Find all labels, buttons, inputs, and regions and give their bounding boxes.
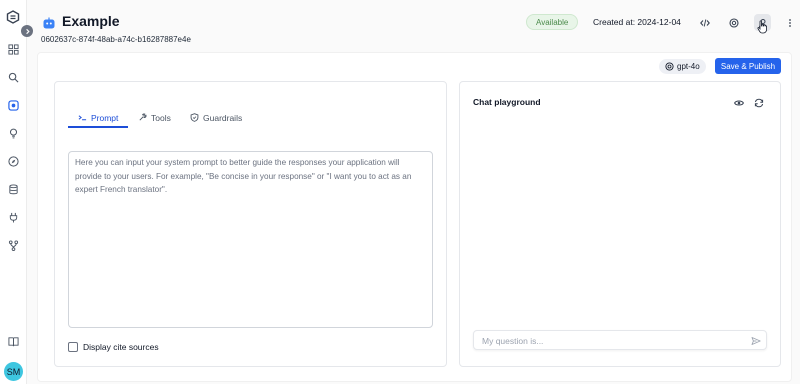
model-label: gpt-4o <box>677 62 700 71</box>
avatar[interactable]: SM <box>4 362 23 381</box>
openai-icon <box>665 62 674 71</box>
cite-sources-checkbox[interactable] <box>68 342 78 352</box>
active-tab-indicator <box>68 126 128 128</box>
chat-input-container <box>473 330 767 350</box>
lightbulb-icon <box>9 128 17 138</box>
tools-icon <box>139 113 147 121</box>
model-selector[interactable]: gpt-4o <box>659 59 706 74</box>
plug-icon <box>9 212 17 223</box>
refresh-icon <box>754 98 763 107</box>
sidebar-item-explore[interactable] <box>6 154 20 168</box>
app-icon <box>7 99 19 111</box>
code-button[interactable] <box>696 14 713 31</box>
app-icon <box>43 16 55 29</box>
book-icon <box>7 336 19 346</box>
sidebar: SM <box>0 0 27 384</box>
database-icon <box>8 183 18 194</box>
shield-icon <box>190 113 199 122</box>
logo-icon[interactable] <box>6 10 20 24</box>
created-at: Created at: 2024-12-04 <box>593 17 681 27</box>
sidebar-item-apps[interactable] <box>6 98 20 112</box>
chat-question-input[interactable] <box>482 334 742 347</box>
sidebar-item-search[interactable] <box>6 70 20 84</box>
sidebar-item-data[interactable] <box>6 182 20 196</box>
more-vertical-icon <box>788 18 791 27</box>
system-prompt-textarea[interactable]: Here you can input your system prompt to… <box>68 151 433 328</box>
sidebar-item-integrations[interactable] <box>6 210 20 224</box>
terminal-icon <box>78 115 87 121</box>
send-icon <box>751 336 761 345</box>
sidebar-item-ideas[interactable] <box>6 126 20 140</box>
playground-title: Chat playground <box>473 97 541 107</box>
eye-icon <box>733 99 744 106</box>
mouse-cursor-icon <box>757 20 768 34</box>
sidebar-item-dashboard[interactable] <box>6 42 20 56</box>
tab-prompt[interactable]: Prompt <box>77 108 119 127</box>
reset-chat-button[interactable] <box>753 97 764 108</box>
chat-playground-panel <box>459 81 781 367</box>
app-id: 0602637c-874f-48ab-a74c-b16287887e4e <box>41 35 191 44</box>
page-header: Example 0602637c-874f-48ab-a74c-b1628788… <box>27 0 800 52</box>
grid-icon <box>7 43 19 55</box>
openai-icon <box>728 17 739 28</box>
search-icon <box>8 72 18 82</box>
openai-button[interactable] <box>725 14 742 31</box>
code-icon <box>699 18 710 27</box>
compass-icon <box>7 155 19 167</box>
cite-sources-option[interactable]: Display cite sources <box>68 342 159 352</box>
sidebar-collapse-button[interactable] <box>21 25 33 37</box>
status-badge: Available <box>526 14 579 30</box>
send-button[interactable] <box>750 335 761 346</box>
tab-guardrails[interactable]: Guardrails <box>189 108 243 127</box>
branch-icon <box>8 239 18 251</box>
sidebar-item-workflows[interactable] <box>6 238 20 252</box>
cite-sources-label: Display cite sources <box>83 342 159 352</box>
sidebar-item-docs[interactable] <box>6 334 20 348</box>
tab-tools[interactable]: Tools <box>137 108 172 127</box>
preview-button[interactable] <box>733 97 744 108</box>
chevron-right-icon <box>25 28 30 34</box>
save-publish-button[interactable]: Save & Publish <box>715 58 781 74</box>
page-title: Example <box>62 13 120 29</box>
more-menu-button[interactable] <box>781 14 798 31</box>
